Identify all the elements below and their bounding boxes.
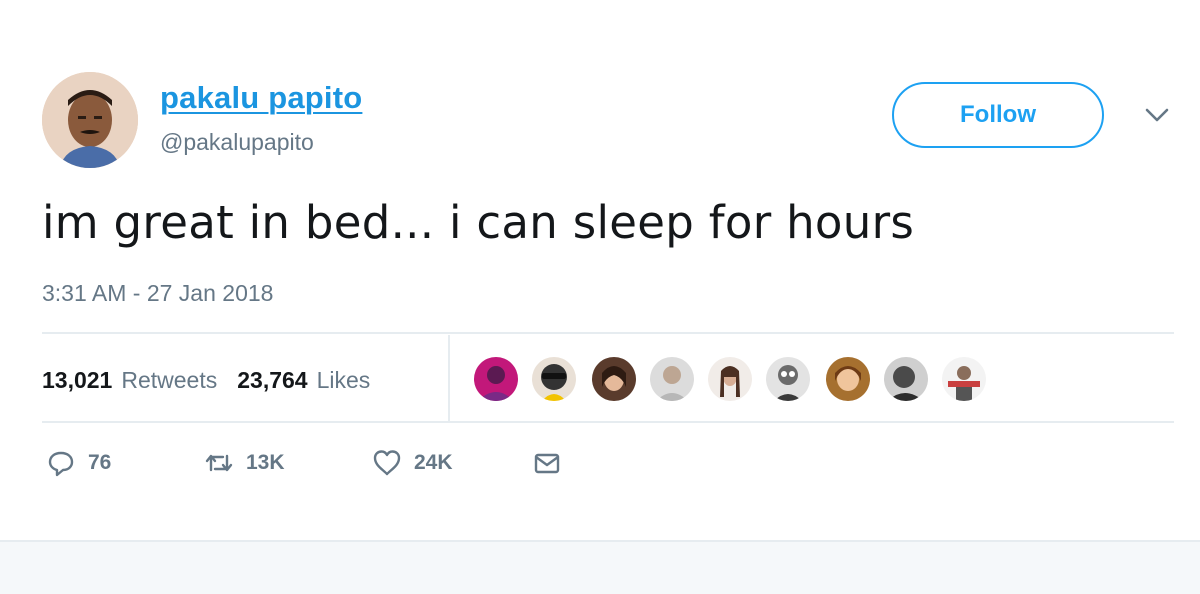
liker-avatar[interactable] — [590, 355, 638, 403]
like-count: 24K — [414, 451, 453, 474]
author-display-name[interactable]: pakalu papito — [160, 80, 362, 116]
tweet-stats: 13,021 Retweets 23,764 Likes — [42, 362, 390, 398]
avatar-image — [42, 72, 138, 168]
liker-avatar[interactable] — [706, 355, 754, 403]
author-handle[interactable]: @pakalupapito — [160, 129, 314, 156]
stats-separator — [448, 335, 450, 421]
liker-avatar[interactable] — [882, 355, 930, 403]
envelope-icon — [532, 448, 562, 478]
tweet-timestamp[interactable]: 3:31 AM - 27 Jan 2018 — [42, 280, 273, 307]
liker-avatar[interactable] — [472, 355, 520, 403]
reply-button[interactable]: 76 — [46, 448, 111, 478]
liker-avatar[interactable] — [648, 355, 696, 403]
retweets-count: 13,021 — [42, 366, 113, 393]
like-button[interactable]: 24K — [372, 448, 453, 478]
retweet-button[interactable]: 13K — [204, 448, 285, 478]
retweet-count: 13K — [246, 451, 285, 474]
likes-label: Likes — [316, 366, 371, 393]
divider — [42, 421, 1174, 423]
liker-avatar[interactable] — [940, 355, 988, 403]
reply-icon — [46, 448, 76, 478]
liker-avatar[interactable] — [764, 355, 812, 403]
reply-count: 76 — [88, 451, 112, 474]
page-footer-strip — [0, 540, 1200, 594]
follow-button[interactable]: Follow — [892, 82, 1104, 148]
direct-message-button[interactable] — [532, 448, 562, 478]
retweet-icon — [204, 448, 234, 478]
heart-icon — [372, 448, 402, 478]
retweets-stat[interactable]: 13,021 Retweets — [42, 367, 217, 394]
liker-avatar[interactable] — [530, 355, 578, 403]
divider — [42, 332, 1174, 334]
author-avatar[interactable] — [42, 72, 138, 168]
likes-count: 23,764 — [237, 366, 308, 393]
tweet-card: pakalu papito @pakalupapito Follow im gr… — [0, 0, 1200, 540]
chevron-down-icon[interactable] — [1144, 106, 1170, 124]
liker-avatar[interactable] — [824, 355, 872, 403]
likes-stat[interactable]: 23,764 Likes — [237, 367, 370, 394]
tweet-text: im great in bed... i can sleep for hours — [42, 196, 915, 249]
retweets-label: Retweets — [121, 366, 218, 393]
